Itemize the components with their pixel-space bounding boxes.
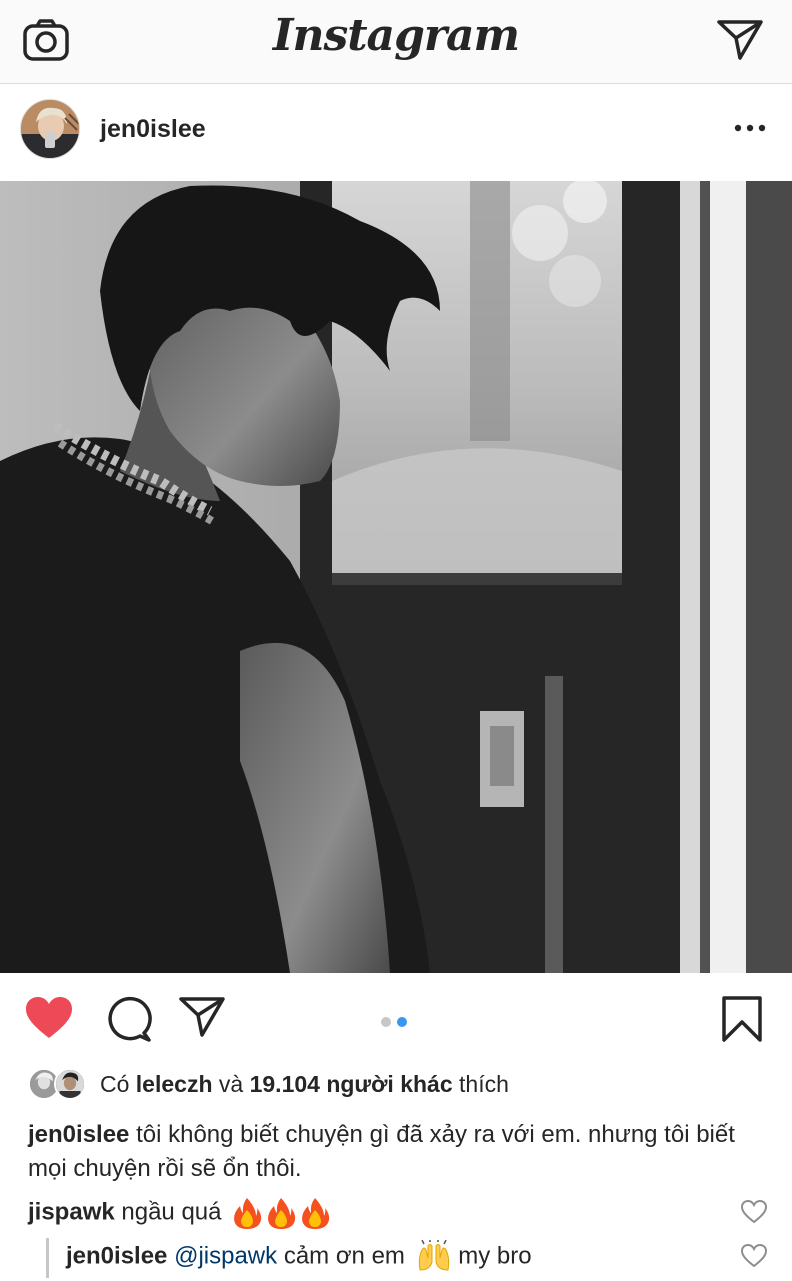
reply-text: cảm ơn em xyxy=(283,1242,405,1270)
likes-text: Có leleczh và 19.104 người khác thích xyxy=(100,1071,509,1098)
avatar[interactable] xyxy=(20,99,80,159)
carousel-indicator xyxy=(381,1014,413,1032)
like-heart-icon[interactable] xyxy=(24,995,74,1041)
fire-emoji xyxy=(234,1198,262,1229)
likes-suffix: thích xyxy=(459,1071,509,1097)
post-username[interactable]: jen0islee xyxy=(100,115,206,144)
carousel-dot-active xyxy=(397,1017,407,1027)
reply-username[interactable]: jen0islee xyxy=(66,1242,167,1269)
comment-like-heart-icon[interactable] xyxy=(740,1199,768,1225)
avatar-image xyxy=(21,100,79,158)
post-photo[interactable] xyxy=(0,181,792,973)
comment-username[interactable]: jispawk xyxy=(28,1198,115,1225)
share-icon[interactable] xyxy=(178,995,226,1039)
app-logo: Instagram xyxy=(272,10,520,61)
liker-avatar[interactable] xyxy=(54,1068,86,1100)
more-options-icon[interactable] xyxy=(732,115,768,139)
save-bookmark-icon[interactable] xyxy=(720,995,764,1043)
comment-icon[interactable] xyxy=(104,995,152,1043)
reply-like-heart-icon[interactable] xyxy=(740,1243,768,1269)
raising-hands-emoji xyxy=(418,1240,449,1271)
fire-emoji xyxy=(268,1198,296,1229)
post-caption: jen0islee tôi không biết chuyện gì đã xả… xyxy=(28,1118,768,1186)
top-bar: Instagram xyxy=(0,0,792,84)
comment-text: ngầu quá xyxy=(121,1198,222,1226)
comment: jispawk ngầu quá xyxy=(28,1196,330,1230)
reply-mention[interactable]: @jispawk xyxy=(174,1242,277,1269)
reply-thread-line xyxy=(46,1238,49,1278)
direct-message-icon[interactable] xyxy=(716,18,764,62)
carousel-dot xyxy=(381,1017,391,1027)
photo-image xyxy=(0,181,792,973)
post-actions xyxy=(0,973,792,1065)
post-header: jen0islee xyxy=(0,85,792,180)
likes-connector: và xyxy=(218,1071,244,1097)
first-liker-link[interactable]: leleczh xyxy=(136,1071,213,1097)
likes-prefix: Có xyxy=(100,1071,130,1097)
reply-tail: my bro xyxy=(458,1242,532,1270)
fire-emoji xyxy=(302,1198,330,1229)
caption-text: tôi không biết chuyện gì đã xảy ra với e… xyxy=(28,1121,735,1182)
caption-username[interactable]: jen0islee xyxy=(28,1121,129,1148)
other-likers-link[interactable]: 19.104 người khác xyxy=(250,1071,453,1097)
reply-comment: jen0islee @jispawk cảm ơn em my bro xyxy=(66,1240,532,1274)
